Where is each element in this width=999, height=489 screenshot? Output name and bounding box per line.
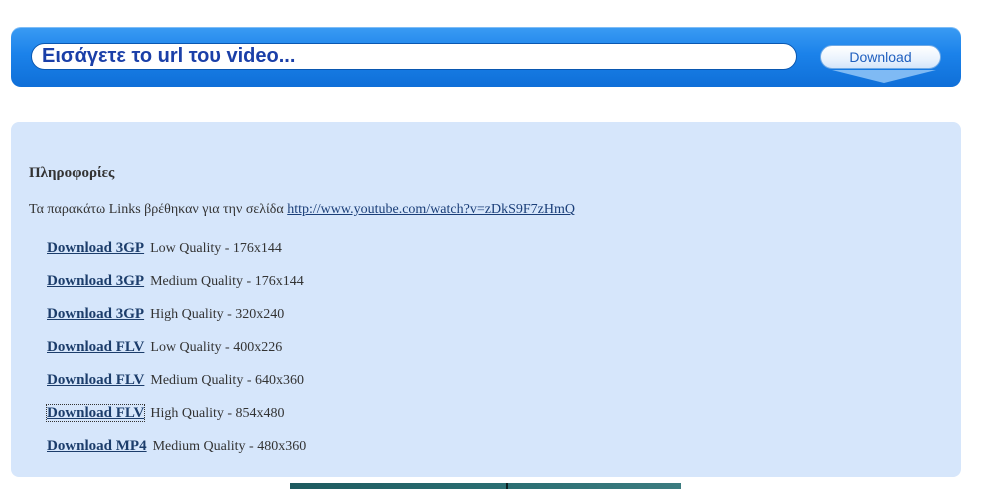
down-arrow-icon <box>832 70 936 83</box>
download-flv-high-link[interactable]: Download FLV <box>45 404 146 422</box>
quality-description: Low Quality - 176x144 <box>150 241 282 256</box>
info-heading: Πληροφορίες <box>29 165 115 181</box>
video-thumbnail <box>290 483 681 489</box>
quality-description: Medium Quality - 480x360 <box>152 439 307 454</box>
download-link-row: Download MP4 Medium Quality - 480x360 <box>47 438 306 471</box>
download-3gp-high-link[interactable]: Download 3GP <box>47 306 144 322</box>
url-bar: Download <box>11 27 961 87</box>
quality-description: Low Quality - 400x226 <box>150 340 283 355</box>
quality-description: Medium Quality - 640x360 <box>150 373 304 388</box>
download-button-label: Download <box>849 49 912 65</box>
download-link-row: Download 3GP High Quality - 320x240 <box>47 306 306 339</box>
download-mp4-medium-link[interactable]: Download MP4 <box>47 438 147 454</box>
download-link-row: Download 3GP Low Quality - 176x144 <box>47 240 306 273</box>
download-3gp-low-link[interactable]: Download 3GP <box>47 240 144 256</box>
thumbnail-divider <box>506 483 508 489</box>
download-link-row: Download 3GP Medium Quality - 176x144 <box>47 273 306 306</box>
download-flv-low-link[interactable]: Download FLV <box>47 339 144 355</box>
download-link-row: Download FLV Low Quality - 400x226 <box>47 339 306 372</box>
info-panel: Πληροφορίες Τα παρακάτω Links βρέθηκαν γ… <box>11 122 961 477</box>
info-intro-text: Τα παρακάτω Links βρέθηκαν για την σελίδ… <box>29 202 288 217</box>
download-button[interactable]: Download <box>820 45 941 69</box>
download-link-row: Download FLV Medium Quality - 640x360 <box>47 372 306 405</box>
download-links-list: Download 3GP Low Quality - 176x144 Downlo… <box>45 240 306 471</box>
download-flv-medium-link[interactable]: Download FLV <box>47 372 144 388</box>
quality-description: Medium Quality - 176x144 <box>150 274 304 289</box>
download-3gp-medium-link[interactable]: Download 3GP <box>47 273 144 289</box>
quality-description: High Quality - 854x480 <box>150 406 285 421</box>
download-link-row: Download FLV High Quality - 854x480 <box>45 404 306 438</box>
info-text: Τα παρακάτω Links βρέθηκαν για την σελίδ… <box>29 202 575 218</box>
quality-description: High Quality - 320x240 <box>150 307 285 322</box>
source-url-link[interactable]: http://www.youtube.com/watch?v=zDkS9F7zH… <box>287 202 575 217</box>
url-input[interactable] <box>31 43 797 70</box>
